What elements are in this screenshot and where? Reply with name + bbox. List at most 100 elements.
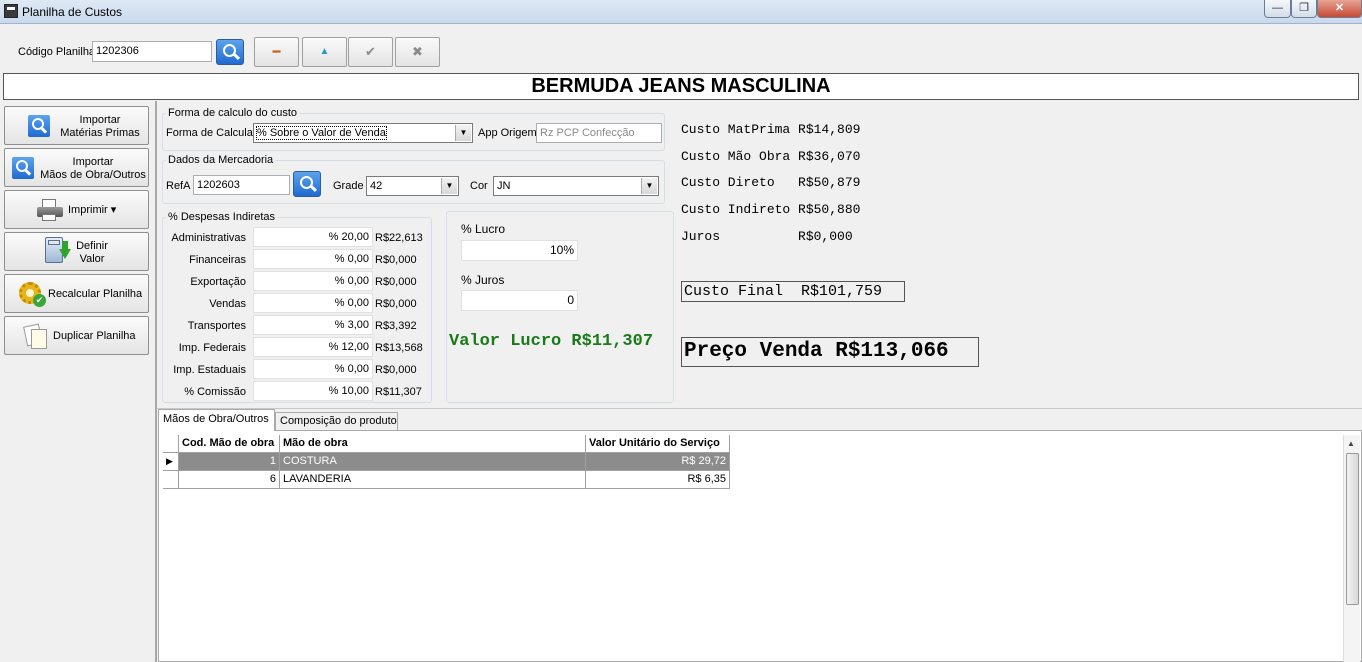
scroll-thumb[interactable] [1346, 453, 1359, 605]
despesa-label: % Comissão [184, 386, 246, 398]
resumo-row: Juros R$0,000 [681, 228, 853, 244]
custo-final: Custo Final R$101,759 [681, 281, 905, 302]
forma-calcular-value: % Sobre o Valor de Venda [256, 126, 387, 140]
juros-input[interactable]: 0 [461, 290, 578, 311]
forma-calcular-select[interactable]: % Sobre o Valor de Venda ▼ [253, 123, 473, 143]
grade-select[interactable]: 42 ▼ [366, 176, 459, 196]
despesa-valor: R$0,000 [375, 364, 417, 376]
juros-label: % Juros [461, 273, 505, 287]
grid-column-header[interactable]: Cod. Mão de obra [179, 435, 280, 453]
resumo-row: Custo Direto R$50,879 [681, 175, 861, 191]
despesa-pct-input[interactable]: % 20,00 [253, 227, 373, 247]
search-ref-button[interactable] [293, 171, 321, 197]
grid-vertical-scrollbar[interactable]: ▲ [1343, 435, 1360, 662]
despesa-label: Administrativas [171, 232, 246, 244]
despesa-label: Exportação [190, 276, 246, 288]
row-indicator-icon[interactable]: ▶ [163, 453, 179, 471]
importar-materias-primas-button[interactable]: Importar Matérias Primas [4, 106, 149, 145]
btn-label-line2: Mãos de Obra/Outros [40, 169, 146, 181]
mercadoria-title: Dados da Mercadoria [166, 154, 276, 166]
confirm-button[interactable]: ✔ [348, 37, 393, 67]
resumo-row: Custo MatPrima R$14,809 [681, 122, 861, 137]
product-title: BERMUDA JEANS MASCULINA [3, 73, 1359, 100]
search-icon [28, 115, 50, 137]
search-icon [12, 157, 34, 179]
maximize-button[interactable]: ❐ [1291, 0, 1317, 18]
resumo-row: Custo Indireto R$50,880 [681, 202, 861, 218]
forma-calculo-title: Forma de calculo do custo [166, 107, 300, 119]
move-up-button[interactable]: ▲ [302, 37, 347, 67]
codigo-planilha-input[interactable]: 1202306 [92, 41, 212, 62]
tab-composicao-produto[interactable]: Composição do produto [275, 412, 398, 430]
tab-maos-de-obra[interactable]: Mãos de Obra/Outros [158, 409, 275, 431]
duplicar-planilha-button[interactable]: Duplicar Planilha [4, 316, 149, 355]
duplicar-label: Duplicar Planilha [53, 330, 136, 342]
chevron-down-icon[interactable]: ▼ [455, 125, 471, 141]
table-cell[interactable]: 1 [179, 453, 280, 471]
recalcular-planilha-button[interactable]: ✔ Recalcular Planilha [4, 274, 149, 313]
despesa-pct-input[interactable]: % 3,00 [253, 315, 373, 335]
delete-button[interactable]: ━ [254, 37, 299, 67]
gear-check-icon: ✔ [17, 280, 47, 308]
despesa-valor: R$13,568 [375, 342, 423, 354]
cor-label: Cor [470, 180, 488, 192]
despesa-pct-input[interactable]: % 0,00 [253, 293, 373, 313]
definir-valor-button[interactable]: Definir Valor [4, 232, 149, 271]
despesa-pct-input[interactable]: % 10,00 [253, 381, 373, 401]
cancel-button[interactable]: ✖ [395, 37, 440, 67]
app-origem-label: App Origem [478, 127, 537, 139]
grade-value: 42 [370, 180, 383, 192]
table-cell[interactable]: LAVANDERIA [280, 471, 586, 489]
app-icon [4, 4, 18, 18]
despesa-valor: R$11,307 [375, 386, 422, 398]
window-title: Planilha de Custos [22, 5, 123, 19]
chevron-down-icon[interactable]: ▼ [441, 178, 457, 194]
table-cell[interactable]: COSTURA [280, 453, 586, 471]
copy-pages-icon [23, 323, 53, 353]
despesa-valor: R$0,000 [375, 298, 417, 310]
recalcular-label: Recalcular Planilha [48, 288, 143, 300]
despesa-valor: R$3,392 [375, 320, 417, 332]
despesa-label: Transportes [187, 320, 246, 332]
maos-de-obra-grid: Cod. Mão de obra Mão de obra Valor Unitári… [158, 430, 1362, 662]
lucro-input[interactable]: 10% [461, 240, 578, 261]
despesa-pct-input[interactable]: % 12,00 [253, 337, 373, 357]
despesa-valor: R$22,613 [375, 232, 423, 244]
despesa-pct-input[interactable]: % 0,00 [253, 271, 373, 291]
importar-maos-obra-button[interactable]: Importar Mãos de Obra/Outros [4, 148, 149, 187]
row-indicator-icon[interactable] [163, 471, 179, 489]
section-divider [157, 408, 1362, 409]
grade-label: Grade [333, 180, 364, 192]
despesa-valor: R$0,000 [375, 276, 417, 288]
resumo-row: Custo Mão Obra R$36,070 [681, 148, 861, 164]
table-cell[interactable]: 6 [179, 471, 280, 489]
app-origem-input[interactable]: Rz PCP Confecção [536, 123, 662, 143]
panel-divider [155, 101, 157, 662]
ref-input[interactable]: 1202603 [193, 175, 290, 195]
cor-value: JN [497, 180, 511, 192]
btn-label-line1: Importar [79, 114, 121, 126]
despesa-valor: R$0,000 [375, 254, 417, 266]
chevron-down-icon[interactable]: ▼ [641, 178, 657, 194]
imprimir-label: Imprimir ▾ [68, 204, 117, 216]
grid-column-header[interactable]: Mão de obra [280, 435, 586, 453]
btn-label-line1: Importar [72, 156, 114, 168]
despesa-label: Imp. Federais [178, 342, 246, 354]
table-cell[interactable]: R$ 6,35 [586, 471, 730, 489]
btn-label-line2: Matérias Primas [60, 127, 140, 139]
scroll-up-icon[interactable]: ▲ [1347, 439, 1355, 448]
search-planilha-button[interactable] [216, 39, 244, 65]
valor-lucro: Valor Lucro R$11,307 [449, 332, 654, 351]
minimize-button[interactable]: — [1264, 0, 1291, 18]
close-button[interactable]: ✕ [1317, 0, 1362, 18]
cor-select[interactable]: JN ▼ [493, 176, 659, 196]
despesa-pct-input[interactable]: % 0,00 [253, 359, 373, 379]
grid-column-header[interactable]: Valor Unitário do Serviço [586, 435, 730, 453]
table-cell[interactable]: R$ 29,72 [586, 453, 730, 471]
btn-label-line1: Definir [76, 240, 108, 252]
despesa-label: Financeiras [189, 254, 246, 266]
despesa-pct-input[interactable]: % 0,00 [253, 249, 373, 269]
preco-venda: Preço Venda R$113,066 [681, 337, 979, 367]
imprimir-button[interactable]: Imprimir ▾ [4, 190, 149, 229]
calculator-download-icon [45, 237, 71, 267]
